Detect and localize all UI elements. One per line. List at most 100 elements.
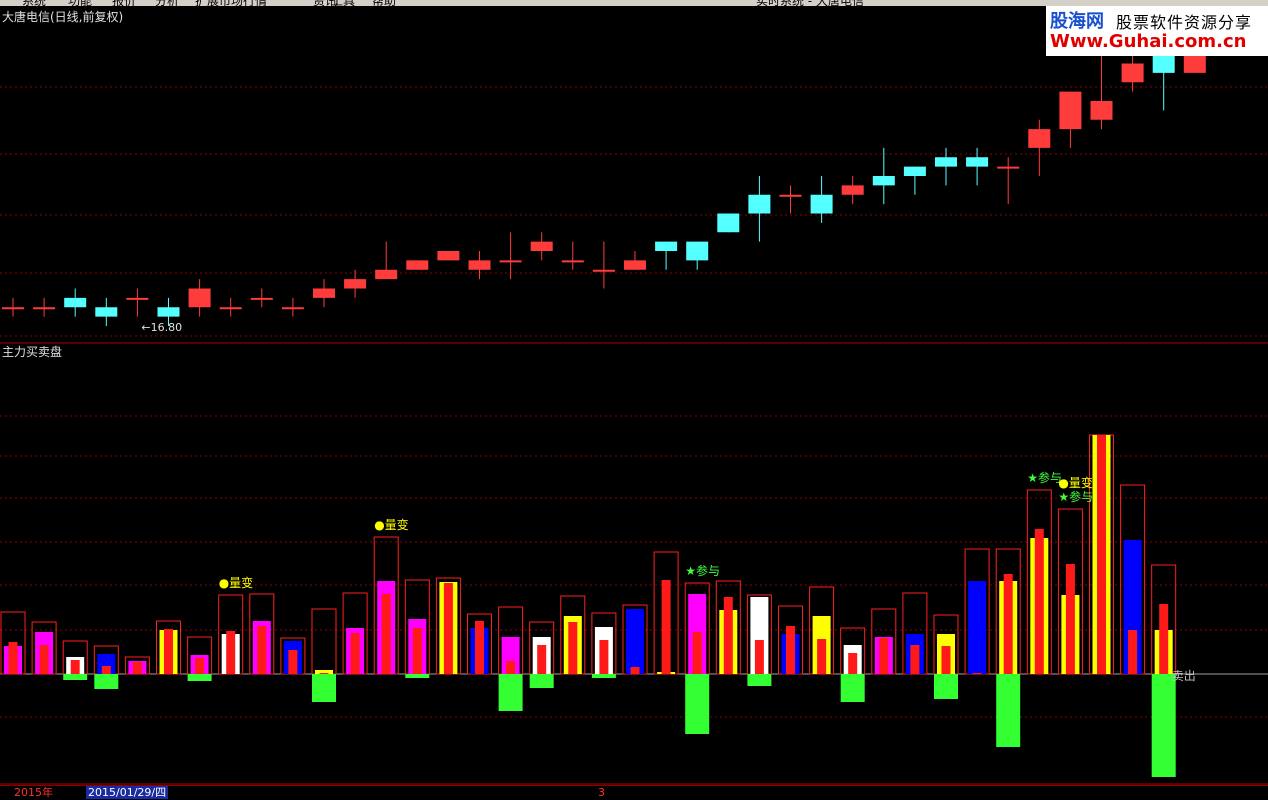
- candle-body: [157, 307, 180, 317]
- bar-inner: [817, 639, 827, 674]
- candle-body: [2, 307, 24, 310]
- bar-inner: [786, 626, 795, 674]
- bar-annotations: ●量变●量变★参与★参与●量变★参与卖出: [219, 470, 1196, 683]
- bar-inner: [443, 583, 453, 674]
- bar-negative: [747, 674, 772, 686]
- bar-inner: [506, 661, 516, 674]
- bar-negative: [312, 674, 336, 702]
- bar-inner: [319, 673, 329, 674]
- candle-body: [966, 157, 989, 167]
- logo-name: 股海网: [1050, 11, 1104, 32]
- bar-inner: [475, 621, 484, 674]
- sub-panel-title: 主力买卖盘: [2, 344, 62, 359]
- bar-inner: [101, 666, 111, 674]
- bar-negative: [840, 674, 865, 702]
- bar-negative: [405, 674, 430, 678]
- bar-annotation: ●量变: [1058, 475, 1092, 490]
- logo-slogan: 股票软件资源分享: [1116, 13, 1253, 32]
- bar-inner: [412, 628, 422, 674]
- bar-negative: [1151, 674, 1176, 777]
- candle-body: [686, 241, 709, 261]
- bar-inner: [1159, 604, 1169, 674]
- bar-annotation: ●量变: [374, 517, 408, 532]
- bar-negative: [685, 674, 710, 734]
- bar-inner: [941, 646, 951, 674]
- candle-body: [748, 194, 771, 214]
- site-logo: 股海网 股票软件资源分享 Www.Guhai.com.cn: [1046, 6, 1268, 56]
- status-date: 2015/01/29/四: [86, 786, 169, 799]
- bar-outline: [311, 608, 337, 675]
- candle-body: [468, 260, 491, 270]
- bar-negative: [996, 674, 1021, 747]
- bar-negative: [63, 674, 88, 680]
- candle-body: [126, 297, 149, 300]
- main-force-bars: [0, 434, 1177, 777]
- candle-body: [717, 213, 740, 233]
- candle-body: [903, 166, 926, 176]
- status-year: 2015年: [14, 786, 53, 799]
- candle-body: [344, 279, 367, 289]
- bar-inner: [132, 662, 142, 674]
- bar-inner: [1065, 564, 1075, 674]
- candle-body: [406, 260, 429, 270]
- candle-body: [935, 157, 957, 167]
- bar-inner: [1097, 435, 1106, 674]
- candle-body: [592, 269, 615, 272]
- bar-inner: [8, 642, 18, 674]
- bar-wide: [968, 581, 987, 674]
- candle-body: [250, 297, 273, 300]
- bar-inner: [848, 653, 858, 674]
- bar-inner: [754, 640, 764, 674]
- candle-body: [1090, 101, 1113, 120]
- candle-body: [375, 269, 398, 280]
- candle-body: [997, 166, 1020, 169]
- bar-inner: [1003, 574, 1013, 674]
- bar-inner: [257, 626, 267, 674]
- bar-inner: [972, 673, 982, 674]
- bar-inner: [288, 650, 298, 674]
- logo-url: Www.Guhai.com.cn: [1050, 31, 1247, 52]
- candle-body: [437, 251, 460, 261]
- candle-body: [95, 307, 118, 317]
- bar-inner: [692, 632, 702, 674]
- main-panel-title: 大唐电信(日线,前复权): [2, 9, 123, 24]
- bar-inner: [568, 622, 578, 674]
- candle-body: [1121, 63, 1144, 83]
- bar-negative: [187, 674, 212, 681]
- candle-body: [1028, 129, 1051, 148]
- candle-body: [281, 307, 304, 310]
- bar-annotation: ★参与: [1027, 470, 1062, 485]
- candle-body: [624, 260, 646, 270]
- bar-inner: [723, 597, 733, 674]
- bar-inner: [1034, 529, 1044, 674]
- bar-annotation: ★参与: [1058, 489, 1093, 504]
- bar-inner: [630, 667, 640, 674]
- stock-chart[interactable]: 大唐电信(日线,前复权) ←16.80 主力买卖盘 ●量变●量变★参与★参与●量…: [0, 6, 1268, 785]
- bar-inner: [164, 629, 173, 674]
- bar-inner: [1128, 630, 1138, 674]
- candle-body: [499, 260, 522, 263]
- bar-negative: [498, 674, 523, 711]
- bar-inner: [350, 633, 360, 674]
- bar-inner: [537, 645, 547, 674]
- bar-negative: [94, 674, 119, 689]
- candle-body: [313, 288, 335, 298]
- candle-body: [872, 176, 895, 186]
- candlestick-series: [2, 26, 1206, 326]
- candle-body: [219, 307, 242, 310]
- bar-inner: [599, 640, 609, 674]
- candle-body: [655, 241, 678, 251]
- bar-negative: [529, 674, 554, 688]
- candle-body: [64, 297, 87, 308]
- candle-body: [561, 260, 584, 263]
- bar-annotation: 卖出: [1172, 669, 1196, 683]
- candle-body: [841, 185, 864, 195]
- candle-body: [530, 241, 553, 251]
- candle-body: [1059, 91, 1082, 130]
- bar-inner: [70, 660, 80, 674]
- bar-negative: [591, 674, 616, 678]
- bar-inner: [195, 658, 205, 674]
- bar-annotation: ●量变: [219, 575, 253, 590]
- bar-inner: [226, 631, 236, 674]
- candle-body: [810, 194, 833, 214]
